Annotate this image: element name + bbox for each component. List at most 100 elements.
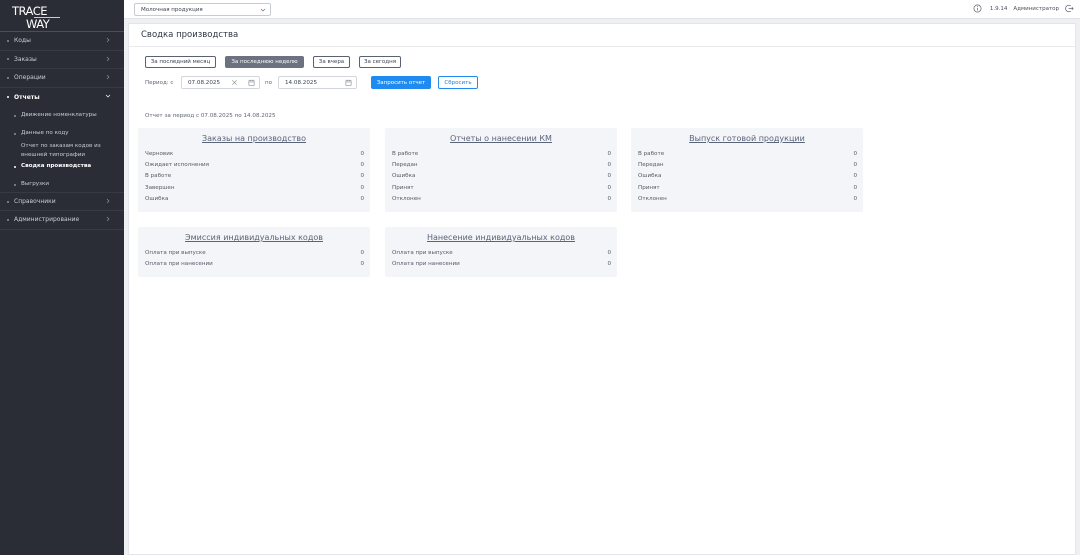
stat-label: Завершен (145, 184, 175, 191)
stat-label: В работе (392, 150, 419, 157)
stat-value: 0 (853, 196, 857, 203)
stat-row: Ошибка 0 (631, 171, 863, 182)
chevron-down-icon (105, 94, 111, 98)
stat-row: Отклонен 0 (631, 194, 863, 205)
period-label: Период: с (145, 80, 174, 86)
panel-title[interactable]: Нанесение индивидуальных кодов (385, 233, 617, 247)
bullet-icon (7, 200, 9, 203)
stat-value: 0 (360, 150, 364, 157)
current-user[interactable]: Администратор (1013, 6, 1059, 12)
sidebar-item-directories[interactable]: Справочники (0, 192, 124, 211)
calendar-icon[interactable] (248, 79, 255, 86)
stat-value: 0 (360, 184, 364, 191)
stat-row: Принят 0 (385, 182, 617, 193)
bullet-icon (7, 58, 9, 61)
chevron-right-icon (106, 74, 110, 80)
stat-value: 0 (853, 184, 857, 191)
panel-km-application-reports: Отчеты о нанесении КМ В работе 0 Передан 0… (385, 128, 617, 212)
date-from-value: 07.08.2025 (188, 80, 221, 86)
stat-value: 0 (360, 162, 364, 169)
sidebar-subitem-exports[interactable]: Выгрузки (0, 180, 124, 192)
calendar-icon[interactable] (345, 79, 352, 86)
range-today-button[interactable]: За сегодня (359, 56, 401, 68)
sidebar-item-reports[interactable]: Отчеты (0, 88, 124, 107)
sidebar-item-operations[interactable]: Операции (0, 69, 124, 88)
stat-row: Передан 0 (385, 159, 617, 170)
stat-value: 0 (607, 162, 611, 169)
stat-row: В работе 0 (631, 148, 863, 159)
stat-value: 0 (853, 150, 857, 157)
panel-production-orders: Заказы на производство Черновик 0 Ожидает… (138, 128, 370, 212)
stat-label: Оплата при выпуске (392, 249, 453, 256)
topbar-right: 1.9.14 Администратор (973, 4, 1074, 13)
stat-label: Отклонен (392, 196, 421, 203)
reports-submenu: Движение номенклатуры Данные по коду Отч… (0, 106, 124, 192)
stat-label: Ошибка (145, 196, 169, 203)
sidebar-item-label: Справочники (14, 198, 56, 206)
stat-label: В работе (145, 173, 172, 180)
bullet-icon (14, 132, 16, 135)
sidebar-subitem-label: Сводка производства (21, 163, 92, 170)
bullet-icon (14, 114, 16, 117)
chevron-right-icon (106, 37, 110, 43)
product-group-select[interactable]: Молочная продукция (134, 3, 271, 16)
logo[interactable]: TRACE WAY (0, 0, 124, 32)
stat-label: Ошибка (392, 173, 416, 180)
date-from-input[interactable]: 07.08.2025 (181, 76, 260, 89)
bullet-icon (14, 183, 16, 186)
sidebar-subitem-external-print[interactable]: Отчет по заказам кодов из внешней типогр… (0, 140, 124, 162)
sidebar-item-administration[interactable]: Администрирование (0, 211, 124, 230)
stat-row: В работе 0 (385, 148, 617, 159)
range-last-month-button[interactable]: За последний месяц (145, 56, 216, 68)
sidebar-subitem-label: Отчет по заказам кодов из внешней типогр… (21, 143, 101, 159)
sidebar-item-label: Операции (14, 74, 46, 82)
panel-title[interactable]: Эмиссия индивидуальных кодов (138, 233, 370, 247)
date-to-value: 14.08.2025 (285, 80, 318, 86)
date-to-input[interactable]: 14.08.2025 (278, 76, 357, 89)
svg-text:TRACE: TRACE (12, 4, 47, 18)
stat-value: 0 (607, 150, 611, 157)
main-content: Сводка производства За последний месяц З… (128, 23, 1076, 555)
stat-label: Черновик (145, 150, 174, 157)
reset-button[interactable]: Сбросить (438, 76, 478, 89)
stat-label: Передан (392, 162, 418, 169)
panel-title[interactable]: Выпуск готовой продукции (631, 134, 863, 148)
chevron-right-icon (106, 199, 110, 204)
panel-title[interactable]: Заказы на производство (138, 134, 370, 148)
stat-row: Оплата при нанесении 0 (385, 258, 617, 269)
product-group-value: Молочная продукция (141, 7, 203, 13)
sidebar-item-codes[interactable]: Коды (0, 32, 124, 51)
sidebar-subitem-code-data[interactable]: Данные по коду (0, 129, 124, 140)
stat-row: Черновик 0 (138, 148, 370, 159)
range-yesterday-button[interactable]: За вчера (313, 56, 350, 68)
panel-title[interactable]: Отчеты о нанесении КМ (385, 134, 617, 148)
sidebar-subitem-label: Данные по коду (21, 130, 69, 137)
sidebar-item-label: Администрирование (14, 216, 80, 224)
logout-icon[interactable] (1065, 4, 1074, 13)
stat-label: Отклонен (638, 196, 667, 203)
sidebar-item-orders[interactable]: Заказы (0, 51, 124, 70)
stat-label: Передан (638, 162, 664, 169)
clear-icon[interactable] (231, 79, 238, 86)
stat-label: Принят (392, 184, 414, 191)
info-icon[interactable] (973, 4, 982, 13)
range-last-week-button[interactable]: За последнюю неделю (225, 56, 304, 68)
stat-row: Принят 0 (631, 182, 863, 193)
request-report-button[interactable]: Запросить отчет (371, 76, 431, 89)
stat-row: Ошибка 0 (138, 194, 370, 205)
stat-row: Оплата при нанесении 0 (138, 258, 370, 269)
chevron-right-icon (106, 56, 110, 61)
stat-label: Оплата при выпуске (145, 249, 206, 256)
bullet-icon (7, 218, 9, 221)
stat-label: Ошибка (638, 173, 662, 180)
stat-label: Оплата при нанесении (145, 261, 213, 268)
stat-value: 0 (607, 261, 611, 268)
sidebar-item-label: Заказы (14, 55, 37, 63)
stat-row: Завершен 0 (138, 182, 370, 193)
sidebar-subitem-nomenclature[interactable]: Движение номенклатуры (0, 111, 124, 129)
sidebar-subitem-production-summary[interactable]: Сводка производства (0, 162, 124, 180)
stat-row: Оплата при выпуске 0 (138, 247, 370, 258)
stat-label: Оплата при нанесении (392, 261, 460, 268)
svg-text:WAY: WAY (26, 17, 51, 30)
chevron-right-icon (106, 216, 110, 222)
